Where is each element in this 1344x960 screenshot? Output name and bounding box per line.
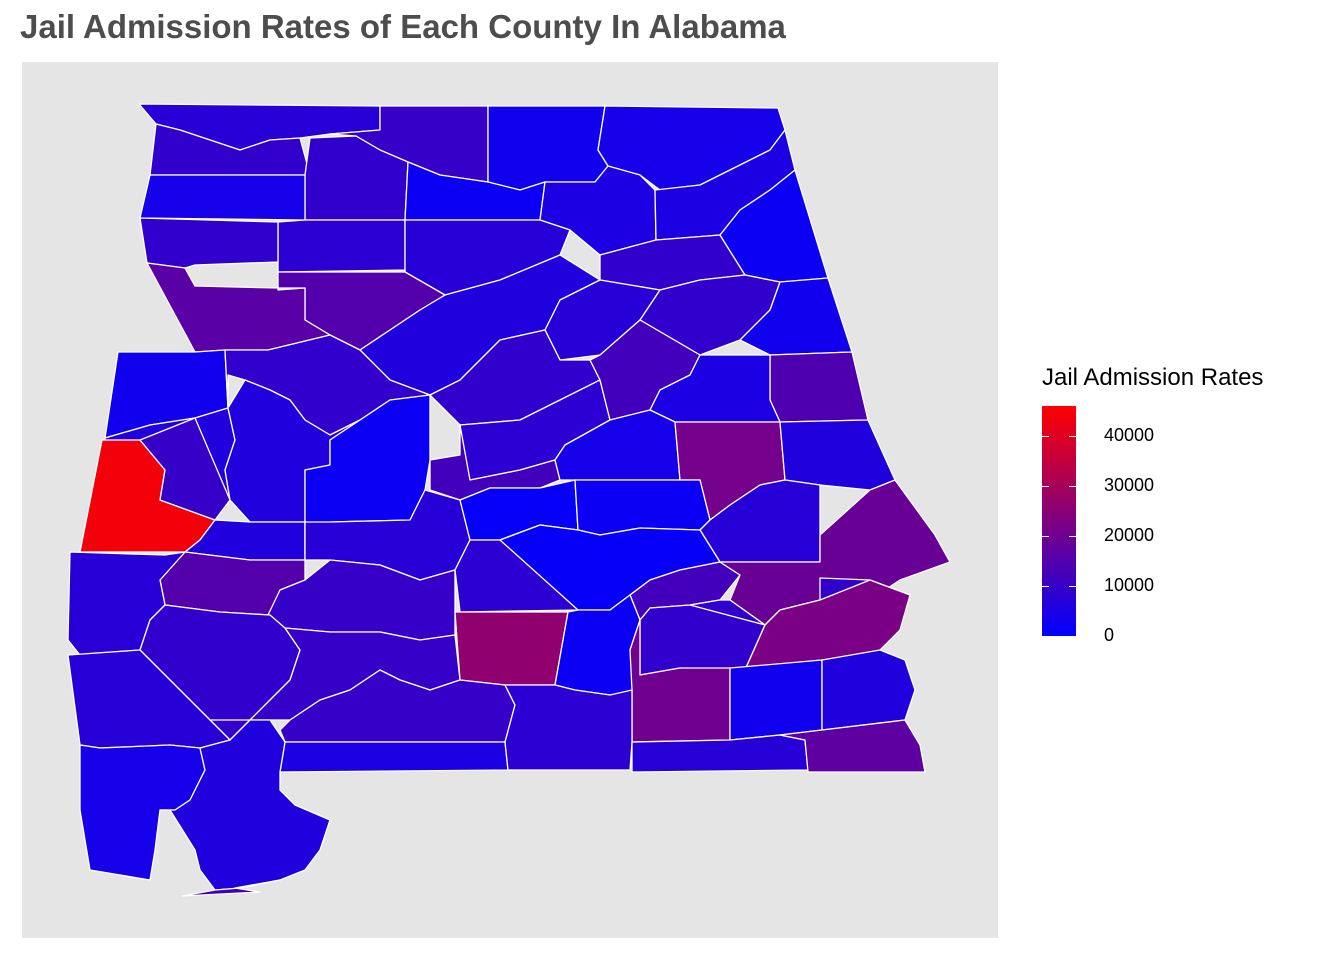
legend-color-bar	[1042, 406, 1076, 636]
legend-tick-label: 20000	[1104, 525, 1155, 545]
legend-tick-mark	[1069, 486, 1076, 487]
legend-tick-mark	[1042, 636, 1049, 637]
legend-tick-mark	[1069, 636, 1076, 637]
county-covington	[504, 684, 633, 771]
county-henry	[821, 649, 916, 731]
legend-tick-label: 40000	[1104, 425, 1155, 445]
legend-title: Jail Admission Rates	[1042, 364, 1264, 391]
county-dale	[729, 659, 823, 741]
legend-tick-mark	[1069, 536, 1076, 537]
county-elmore	[574, 479, 711, 536]
legend-tick-label: 10000	[1104, 575, 1155, 595]
legend-tick-mark	[1042, 586, 1049, 587]
county-franklin	[139, 174, 306, 221]
county-madison	[487, 105, 609, 191]
county-butler	[454, 611, 569, 686]
legend-tick-mark	[1069, 586, 1076, 587]
county-marion	[139, 217, 279, 269]
county-escambia	[279, 741, 509, 773]
legend-tick-mark	[1042, 486, 1049, 487]
county-winston	[277, 219, 406, 273]
legend-tick-label: 0	[1104, 625, 1115, 645]
legend-tick-mark	[1069, 436, 1076, 437]
legend-tick-mark	[1042, 536, 1049, 537]
legend-tick-mark	[1042, 436, 1049, 437]
legend-tick-label: 30000	[1104, 475, 1155, 495]
county-randolph	[769, 351, 869, 423]
county-chambers	[779, 419, 896, 491]
legend: Jail Admission Rates 0 10000 20000 30000 400…	[1042, 364, 1332, 664]
